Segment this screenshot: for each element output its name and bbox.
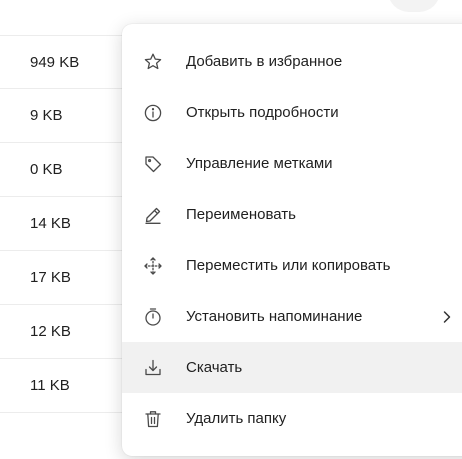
- menu-item-label: Переместить или копировать: [186, 257, 391, 274]
- menu-item-delete-folder[interactable]: Удалить папку: [122, 393, 462, 444]
- table-row[interactable]: 0 KB: [0, 143, 140, 197]
- table-row[interactable]: 949 KB: [0, 35, 140, 89]
- table-row[interactable]: 11 KB: [0, 359, 140, 413]
- star-icon: [142, 51, 164, 73]
- menu-item-set-reminder[interactable]: Установить напоминание: [122, 291, 462, 342]
- menu-item-label: Установить напоминание: [186, 308, 363, 325]
- pencil-icon: [142, 204, 164, 226]
- file-size: 17 KB: [30, 269, 71, 286]
- menu-item-download[interactable]: Скачать: [122, 342, 462, 393]
- file-size: 0 KB: [30, 161, 63, 178]
- table-row[interactable]: 9 KB: [0, 89, 140, 143]
- menu-item-label: Переименовать: [186, 206, 296, 223]
- menu-item-label: Удалить папку: [186, 410, 287, 427]
- menu-item-open-details[interactable]: Открыть подробности: [122, 87, 462, 138]
- tag-icon: [142, 153, 164, 175]
- trash-icon: [142, 408, 164, 430]
- file-list-view: 949 KB 9 KB 0 KB 14 KB 17 KB 12 KB 11 KB…: [0, 0, 462, 459]
- menu-item-label: Управление метками: [186, 155, 333, 172]
- menu-item-label: Открыть подробности: [186, 104, 339, 121]
- corner-shape: [388, 0, 440, 12]
- menu-item-rename[interactable]: Переименовать: [122, 189, 462, 240]
- move-icon: [142, 255, 164, 277]
- menu-item-label: Скачать: [186, 359, 243, 376]
- menu-item-label: Добавить в избранное: [186, 53, 343, 70]
- download-icon: [142, 357, 164, 379]
- table-row[interactable]: 14 KB: [0, 197, 140, 251]
- context-menu: Добавить в избранное Открыть подробности…: [122, 24, 462, 456]
- timer-icon: [142, 306, 164, 328]
- file-size: 11 KB: [30, 377, 70, 394]
- menu-item-move-copy[interactable]: Переместить или копировать: [122, 240, 462, 291]
- chevron-right-icon: [440, 310, 454, 324]
- file-size: 949 KB: [30, 53, 80, 71]
- file-size: 9 KB: [30, 107, 63, 124]
- size-column: 949 KB 9 KB 0 KB 14 KB 17 KB 12 KB 11 KB: [0, 35, 140, 413]
- table-row[interactable]: 17 KB: [0, 251, 140, 305]
- table-row[interactable]: 12 KB: [0, 305, 140, 359]
- menu-item-add-favorite[interactable]: Добавить в избранное: [122, 36, 462, 87]
- menu-item-manage-tags[interactable]: Управление метками: [122, 138, 462, 189]
- file-size: 12 KB: [30, 323, 71, 340]
- info-icon: [142, 102, 164, 124]
- file-size: 14 KB: [30, 215, 71, 232]
